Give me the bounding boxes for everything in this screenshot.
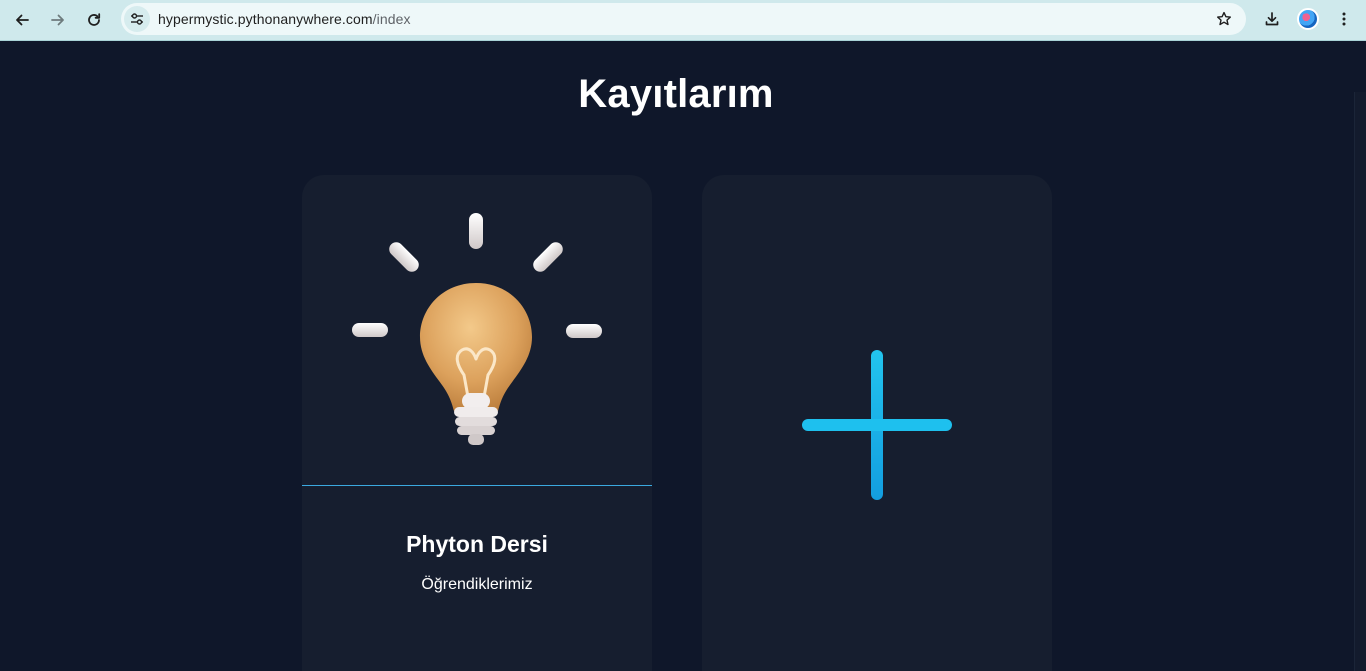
url-host: hypermystic.pythonanywhere.com	[158, 11, 373, 27]
record-card[interactable]: Phyton Dersi Öğrendiklerimiz	[302, 175, 652, 671]
forward-button[interactable]	[44, 6, 72, 34]
reload-icon	[88, 13, 101, 26]
download-icon	[1265, 12, 1279, 26]
url-text[interactable]: hypermystic.pythonanywhere.com/index	[158, 11, 411, 27]
downloads-button[interactable]	[1258, 5, 1286, 33]
lightbulb-icon	[352, 213, 602, 445]
scrollbar-track[interactable]	[1354, 92, 1366, 671]
page-title: Kayıtlarım	[578, 72, 774, 116]
add-record-card[interactable]	[702, 175, 1052, 671]
browser-toolbar: hypermystic.pythonanywhere.com/index	[0, 0, 1366, 41]
site-info-button[interactable]	[124, 6, 150, 32]
url-path: /index	[372, 11, 411, 27]
address-bar[interactable]: hypermystic.pythonanywhere.com/index	[121, 3, 1246, 35]
arrow-right-icon	[51, 14, 64, 26]
arrow-left-icon	[16, 14, 29, 26]
back-button[interactable]	[8, 6, 36, 34]
profile-button[interactable]	[1294, 5, 1322, 33]
more-vert-icon	[1342, 12, 1346, 26]
plus-icon[interactable]	[801, 349, 953, 501]
card-divider	[302, 485, 652, 486]
bookmark-star-icon[interactable]	[1216, 11, 1232, 27]
card-title: Phyton Dersi	[406, 531, 548, 557]
menu-button[interactable]	[1330, 5, 1358, 33]
tune-icon	[131, 13, 143, 25]
card-description: Öğrendiklerimiz	[421, 576, 533, 593]
reload-button[interactable]	[80, 6, 108, 34]
avatar	[1297, 8, 1319, 30]
